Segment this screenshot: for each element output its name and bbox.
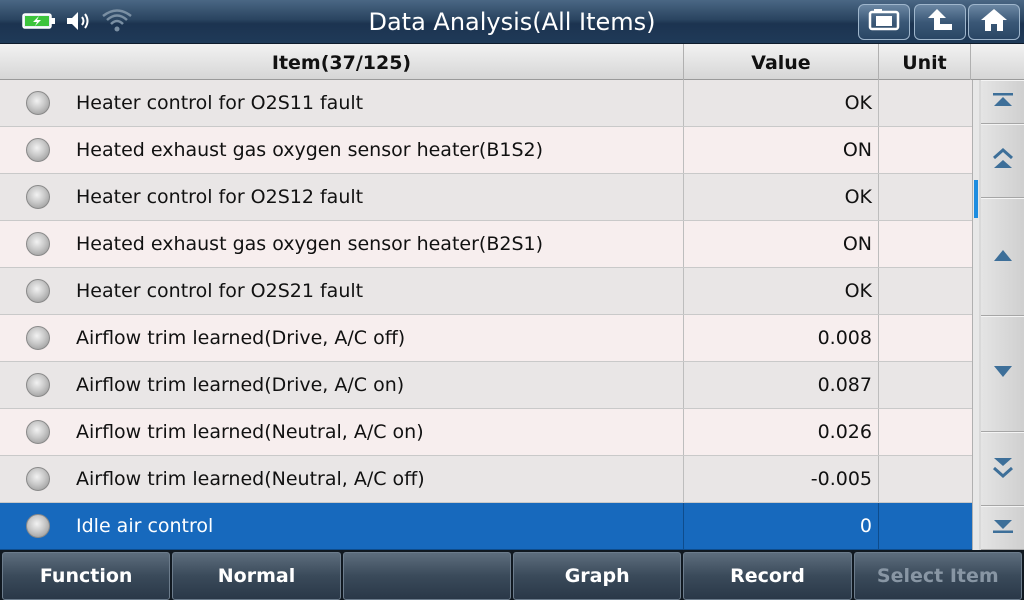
table-row[interactable]: Airflow trim learned(Drive, A/C off) 0.0…: [0, 315, 972, 362]
scroll-up-button[interactable]: [981, 198, 1024, 316]
item-value: OK: [684, 174, 879, 220]
page-down-button[interactable]: [981, 432, 1024, 506]
item-value: 0.026: [684, 409, 879, 455]
column-header-unit: Unit: [879, 44, 971, 80]
item-value: -0.005: [684, 456, 879, 502]
triangle-down-icon: [992, 364, 1014, 384]
item-name: Idle air control: [76, 503, 684, 549]
table-row[interactable]: Airflow trim learned(Drive, A/C on) 0.08…: [0, 362, 972, 409]
radio-button[interactable]: [26, 91, 50, 115]
item-unit: [879, 174, 972, 220]
radio-button[interactable]: [26, 373, 50, 397]
item-name: Airflow trim learned(Neutral, A/C on): [76, 409, 684, 455]
item-value: 0.087: [684, 362, 879, 408]
item-name: Heater control for O2S12 fault: [76, 174, 684, 220]
radio-button[interactable]: [26, 185, 50, 209]
item-value: OK: [684, 268, 879, 314]
page-up-button[interactable]: [981, 124, 1024, 198]
table-row[interactable]: Heater control for O2S21 fault OK: [0, 268, 972, 315]
scrollbar-thumb[interactable]: [974, 180, 978, 218]
item-name: Heater control for O2S21 fault: [76, 268, 684, 314]
radio-button[interactable]: [26, 420, 50, 444]
home-button[interactable]: [968, 4, 1020, 40]
item-name: Airflow trim learned(Neutral, A/C off): [76, 456, 684, 502]
scroll-column: [972, 80, 1024, 550]
item-unit: [879, 409, 972, 455]
scroll-down-button[interactable]: [981, 316, 1024, 432]
radio-button[interactable]: [26, 326, 50, 350]
function-bar: Function Normal Graph Record Select Item: [0, 550, 1024, 600]
normal-button[interactable]: Normal: [172, 552, 341, 600]
item-value: 0: [684, 503, 879, 549]
item-value: ON: [684, 221, 879, 267]
table-row[interactable]: Heated exhaust gas oxygen sensor heater(…: [0, 221, 972, 268]
item-value: 0.008: [684, 315, 879, 361]
item-unit: [879, 456, 972, 502]
graph-button[interactable]: Graph: [512, 552, 682, 600]
item-unit: [879, 362, 972, 408]
item-unit: [879, 80, 972, 126]
item-name: Heater control for O2S11 fault: [76, 80, 684, 126]
scrollbar-track[interactable]: [973, 80, 979, 550]
scroll-bottom-icon: [991, 518, 1015, 538]
item-unit: [879, 268, 972, 314]
column-header-spacer: [971, 44, 1024, 80]
record-button[interactable]: Record: [683, 552, 852, 600]
radio-button[interactable]: [26, 279, 50, 303]
table-row[interactable]: Heated exhaust gas oxygen sensor heater(…: [0, 127, 972, 174]
table-row[interactable]: Airflow trim learned(Neutral, A/C on) 0.…: [0, 409, 972, 456]
title-bar: Data Analysis(All Items): [0, 0, 1024, 44]
radio-button[interactable]: [26, 467, 50, 491]
home-icon: [979, 7, 1009, 37]
screenshot-button[interactable]: [858, 4, 910, 40]
item-name: Heated exhaust gas oxygen sensor heater(…: [76, 127, 684, 173]
item-unit: [879, 315, 972, 361]
table-row[interactable]: Airflow trim learned(Neutral, A/C off) -…: [0, 456, 972, 503]
data-table: Heater control for O2S11 fault OK Heated…: [0, 80, 972, 550]
table-row-selected[interactable]: Idle air control 0: [0, 503, 972, 550]
select-item-button[interactable]: Select Item: [853, 552, 1022, 600]
item-value: ON: [684, 127, 879, 173]
scroll-top-button[interactable]: [981, 80, 1024, 124]
back-icon: [925, 7, 955, 37]
item-unit: [879, 221, 972, 267]
scroll-bottom-button[interactable]: [981, 506, 1024, 550]
scroll-top-icon: [991, 92, 1015, 112]
radio-button[interactable]: [26, 138, 50, 162]
triangle-up-icon: [992, 247, 1014, 267]
item-unit: [879, 127, 972, 173]
double-chevron-down-icon: [992, 455, 1014, 483]
column-header-item: Item(37/125): [0, 44, 684, 80]
item-name: Airflow trim learned(Drive, A/C off): [76, 315, 684, 361]
table-header: Item(37/125) Value Unit: [0, 44, 1024, 80]
double-chevron-up-icon: [992, 147, 1014, 175]
column-header-value: Value: [684, 44, 879, 80]
back-button[interactable]: [914, 4, 966, 40]
screenshot-icon: [868, 8, 900, 36]
item-value: OK: [684, 80, 879, 126]
empty-button[interactable]: [342, 552, 511, 600]
item-name: Airflow trim learned(Drive, A/C on): [76, 362, 684, 408]
item-unit: [879, 503, 972, 549]
table-row[interactable]: Heater control for O2S11 fault OK: [0, 80, 972, 127]
function-button[interactable]: Function: [2, 552, 171, 600]
radio-button[interactable]: [26, 514, 50, 538]
radio-button[interactable]: [26, 232, 50, 256]
table-row[interactable]: Heater control for O2S12 fault OK: [0, 174, 972, 221]
item-name: Heated exhaust gas oxygen sensor heater(…: [76, 221, 684, 267]
